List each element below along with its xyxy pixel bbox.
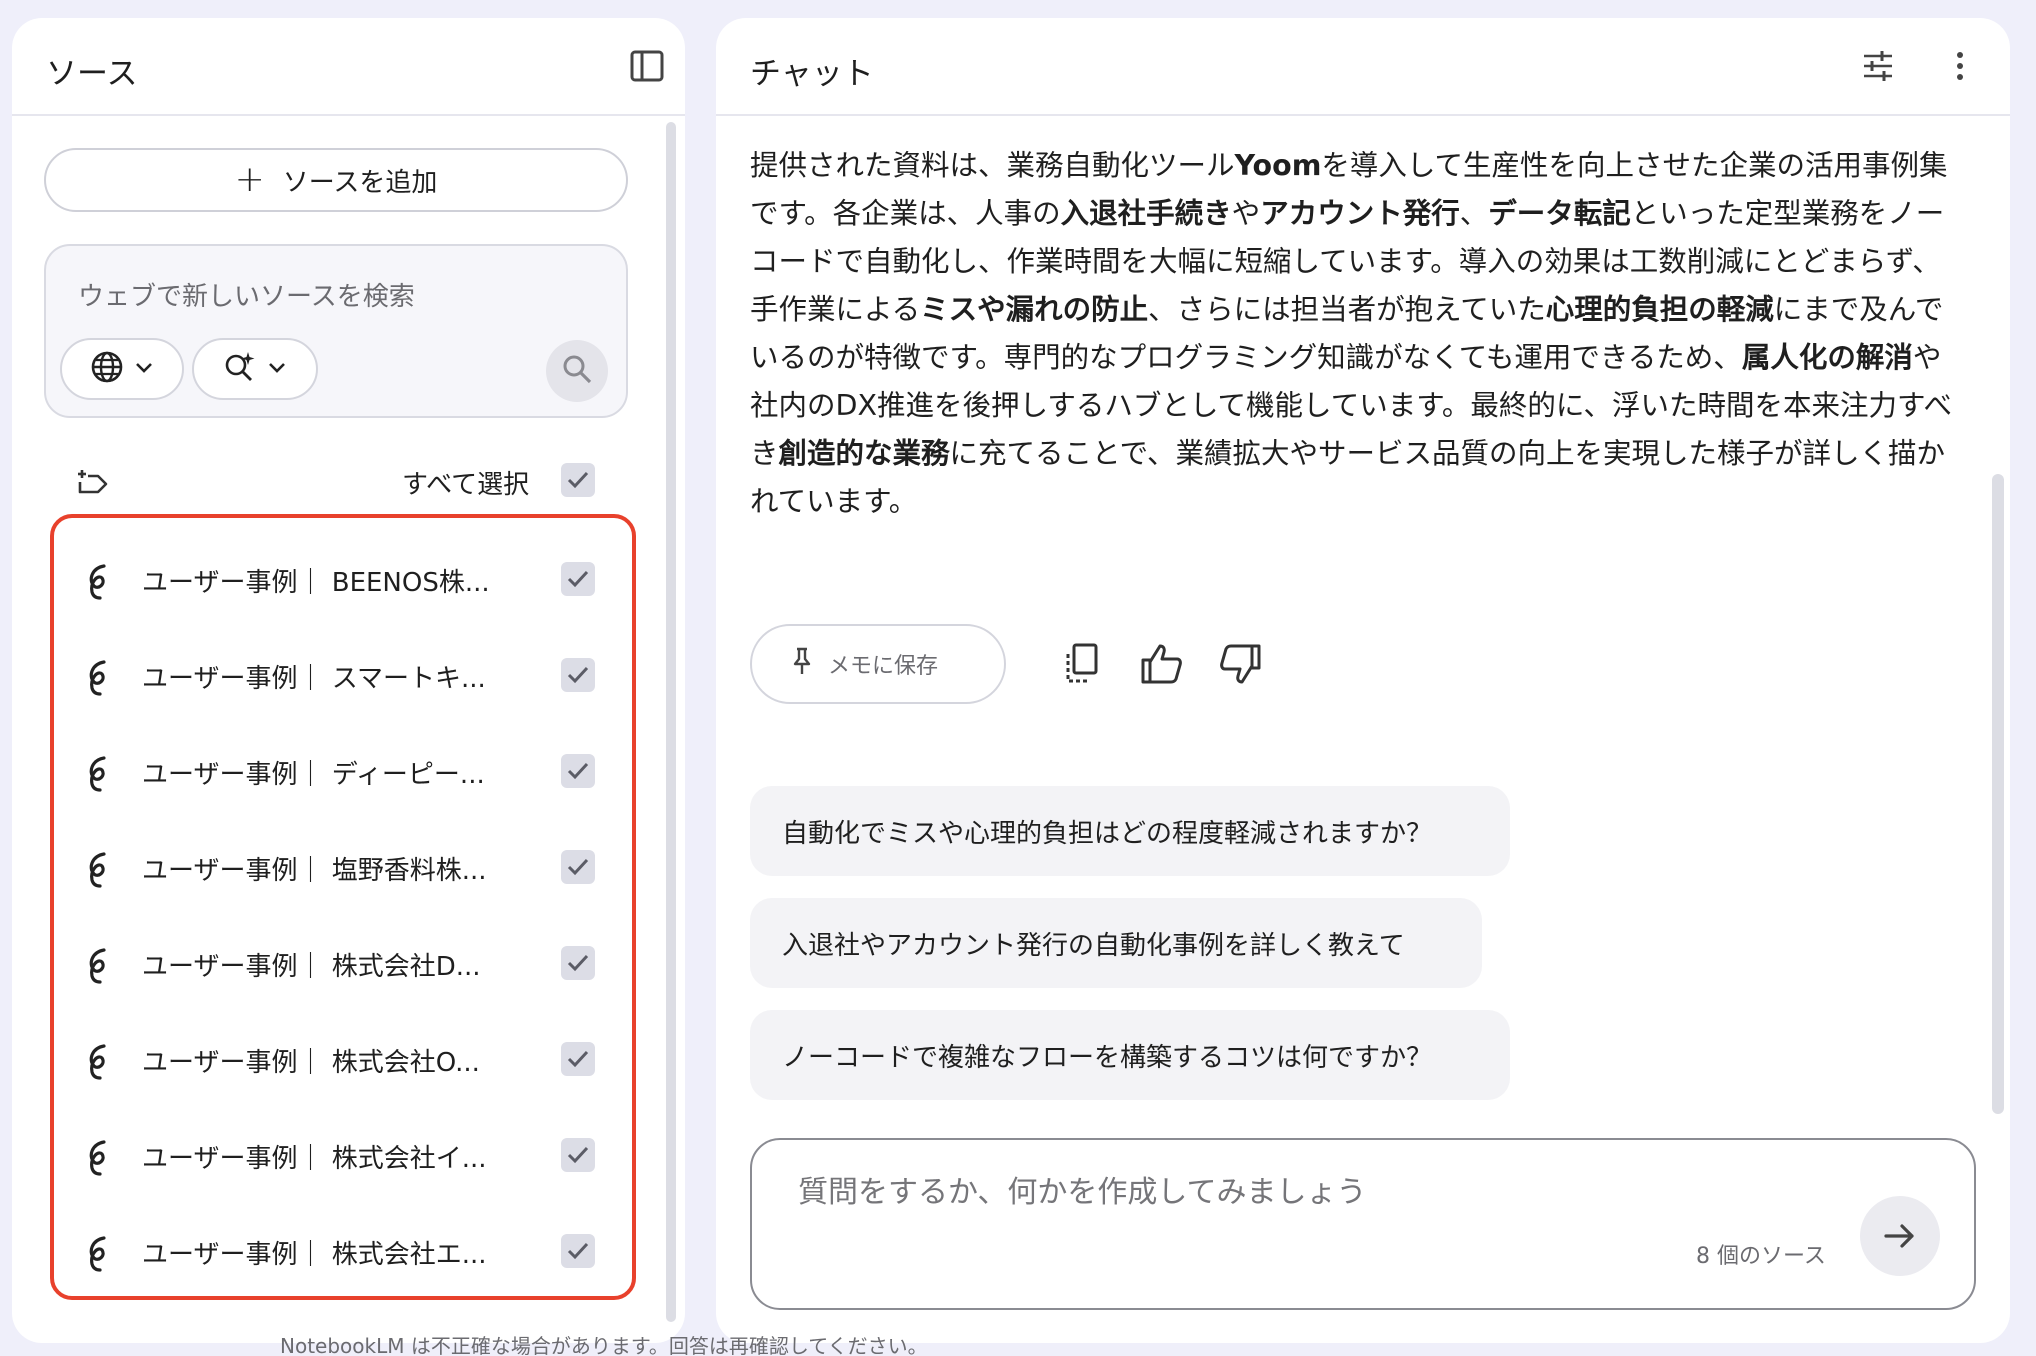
web-search-box[interactable]: ウェブで新しいソースを検索	[44, 244, 628, 418]
research-mode-dropdown[interactable]	[192, 338, 318, 400]
source-link-icon	[82, 1042, 116, 1080]
more-vert-icon[interactable]	[1942, 48, 1978, 84]
check-icon	[567, 471, 589, 489]
source-item[interactable]: ユーザー事例｜ スマートキ...	[72, 646, 632, 706]
add-source-button[interactable]: + ソースを追加	[44, 148, 628, 212]
tune-icon[interactable]	[1860, 48, 1896, 84]
source-label: ユーザー事例｜ 株式会社O...	[142, 1048, 480, 1078]
source-item[interactable]: ユーザー事例｜ 株式会社O...	[72, 1030, 632, 1090]
chevron-down-icon	[133, 356, 155, 382]
source-label: ユーザー事例｜ 株式会社エ...	[142, 1240, 487, 1270]
source-checkbox[interactable]	[561, 1042, 595, 1076]
select-all-checkbox[interactable]	[561, 463, 595, 497]
source-item[interactable]: ユーザー事例｜ BEENOS株...	[72, 550, 632, 610]
web-search-submit-button[interactable]	[546, 340, 608, 402]
sources-title: ソース	[46, 56, 138, 92]
check-icon	[567, 954, 589, 972]
chat-title: チャット	[750, 56, 874, 92]
source-item[interactable]: ユーザー事例｜ 株式会社イ...	[72, 1126, 632, 1186]
globe-icon	[89, 349, 125, 389]
copy-icon[interactable]	[1058, 640, 1106, 688]
source-link-icon	[82, 1138, 116, 1176]
plus-icon: +	[234, 159, 265, 200]
panel-toggle-icon[interactable]	[629, 48, 665, 84]
suggested-question[interactable]: 自動化でミスや心理的負担はどの程度軽減されますか？	[750, 786, 1510, 876]
source-label: ユーザー事例｜ ディーピー...	[142, 760, 485, 790]
chevron-down-icon	[266, 356, 288, 382]
chat-header-divider	[716, 114, 2010, 116]
search-icon	[560, 352, 594, 390]
source-checkbox[interactable]	[561, 1138, 595, 1172]
save-to-note-label: メモに保存	[828, 654, 939, 679]
thumb-up-icon[interactable]	[1138, 640, 1186, 688]
source-label: ユーザー事例｜ 株式会社イ...	[142, 1144, 487, 1174]
web-search-placeholder[interactable]: ウェブで新しいソースを検索	[78, 276, 415, 313]
disclaimer-text: NotebookLM は不正確な場合があります。回答は再確認してください。	[280, 1334, 928, 1356]
chat-answer-text: 提供された資料は、業務自動化ツールYoomを導入して生産性を向上させた企業の活用…	[750, 149, 1952, 518]
sources-scrollbar[interactable]	[666, 122, 676, 1322]
check-icon	[567, 762, 589, 780]
sources-panel: ソース + ソースを追加 ウェブで新しいソースを検索 すべて選択 ユーザー事例｜…	[12, 18, 685, 1343]
source-link-icon	[82, 562, 116, 600]
suggested-question[interactable]: ノーコードで複雑なフローを構築するコツは何ですか？	[750, 1010, 1510, 1100]
check-icon	[567, 1146, 589, 1164]
source-checkbox[interactable]	[561, 946, 595, 980]
select-all-label: すべて選択	[402, 470, 530, 500]
source-item[interactable]: ユーザー事例｜ 塩野香料株...	[72, 838, 632, 898]
source-link-icon	[82, 754, 116, 792]
thumb-down-icon[interactable]	[1216, 640, 1264, 688]
source-checkbox[interactable]	[561, 1234, 595, 1268]
source-checkbox[interactable]	[561, 850, 595, 884]
check-icon	[567, 1050, 589, 1068]
source-link-icon	[82, 850, 116, 888]
source-item[interactable]: ユーザー事例｜ ディーピー...	[72, 742, 632, 802]
chat-panel: チャット 提供された資料は、業務自動化ツールYoomを導入して生産性を向上させた…	[716, 18, 2010, 1343]
source-label: ユーザー事例｜ スマートキ...	[142, 664, 486, 694]
web-source-type-dropdown[interactable]	[60, 338, 184, 400]
source-item[interactable]: ユーザー事例｜ 株式会社エ...	[72, 1222, 632, 1282]
arrow-right-icon	[1884, 1224, 1914, 1248]
chat-input-box[interactable]: 8 個のソース	[750, 1138, 1976, 1310]
source-label: ユーザー事例｜ 株式会社D...	[142, 952, 481, 982]
save-to-note-button[interactable]: メモに保存	[750, 624, 1006, 704]
source-item[interactable]: ユーザー事例｜ 株式会社D...	[72, 934, 632, 994]
check-icon	[567, 570, 589, 588]
add-source-label: ソースを追加	[282, 167, 438, 198]
source-count: 8 個のソース	[1696, 1244, 1826, 1269]
select-all-row-icon[interactable]	[74, 464, 110, 500]
check-icon	[567, 666, 589, 684]
pin-icon	[790, 646, 814, 682]
chat-scrollbar[interactable]	[1992, 474, 2004, 1114]
source-checkbox[interactable]	[561, 562, 595, 596]
source-checkbox[interactable]	[561, 658, 595, 692]
source-link-icon	[82, 658, 116, 696]
suggested-question[interactable]: 入退社やアカウント発行の自動化事例を詳しく教えて	[750, 898, 1482, 988]
sources-header-divider	[12, 114, 685, 116]
source-checkbox[interactable]	[561, 754, 595, 788]
source-label: ユーザー事例｜ 塩野香料株...	[142, 856, 487, 886]
sparkle-search-icon	[222, 349, 258, 389]
source-link-icon	[82, 1234, 116, 1272]
source-label: ユーザー事例｜ BEENOS株...	[142, 568, 490, 598]
check-icon	[567, 1242, 589, 1260]
check-icon	[567, 858, 589, 876]
source-link-icon	[82, 946, 116, 984]
send-button[interactable]	[1860, 1196, 1940, 1276]
chat-input[interactable]	[798, 1172, 1498, 1212]
